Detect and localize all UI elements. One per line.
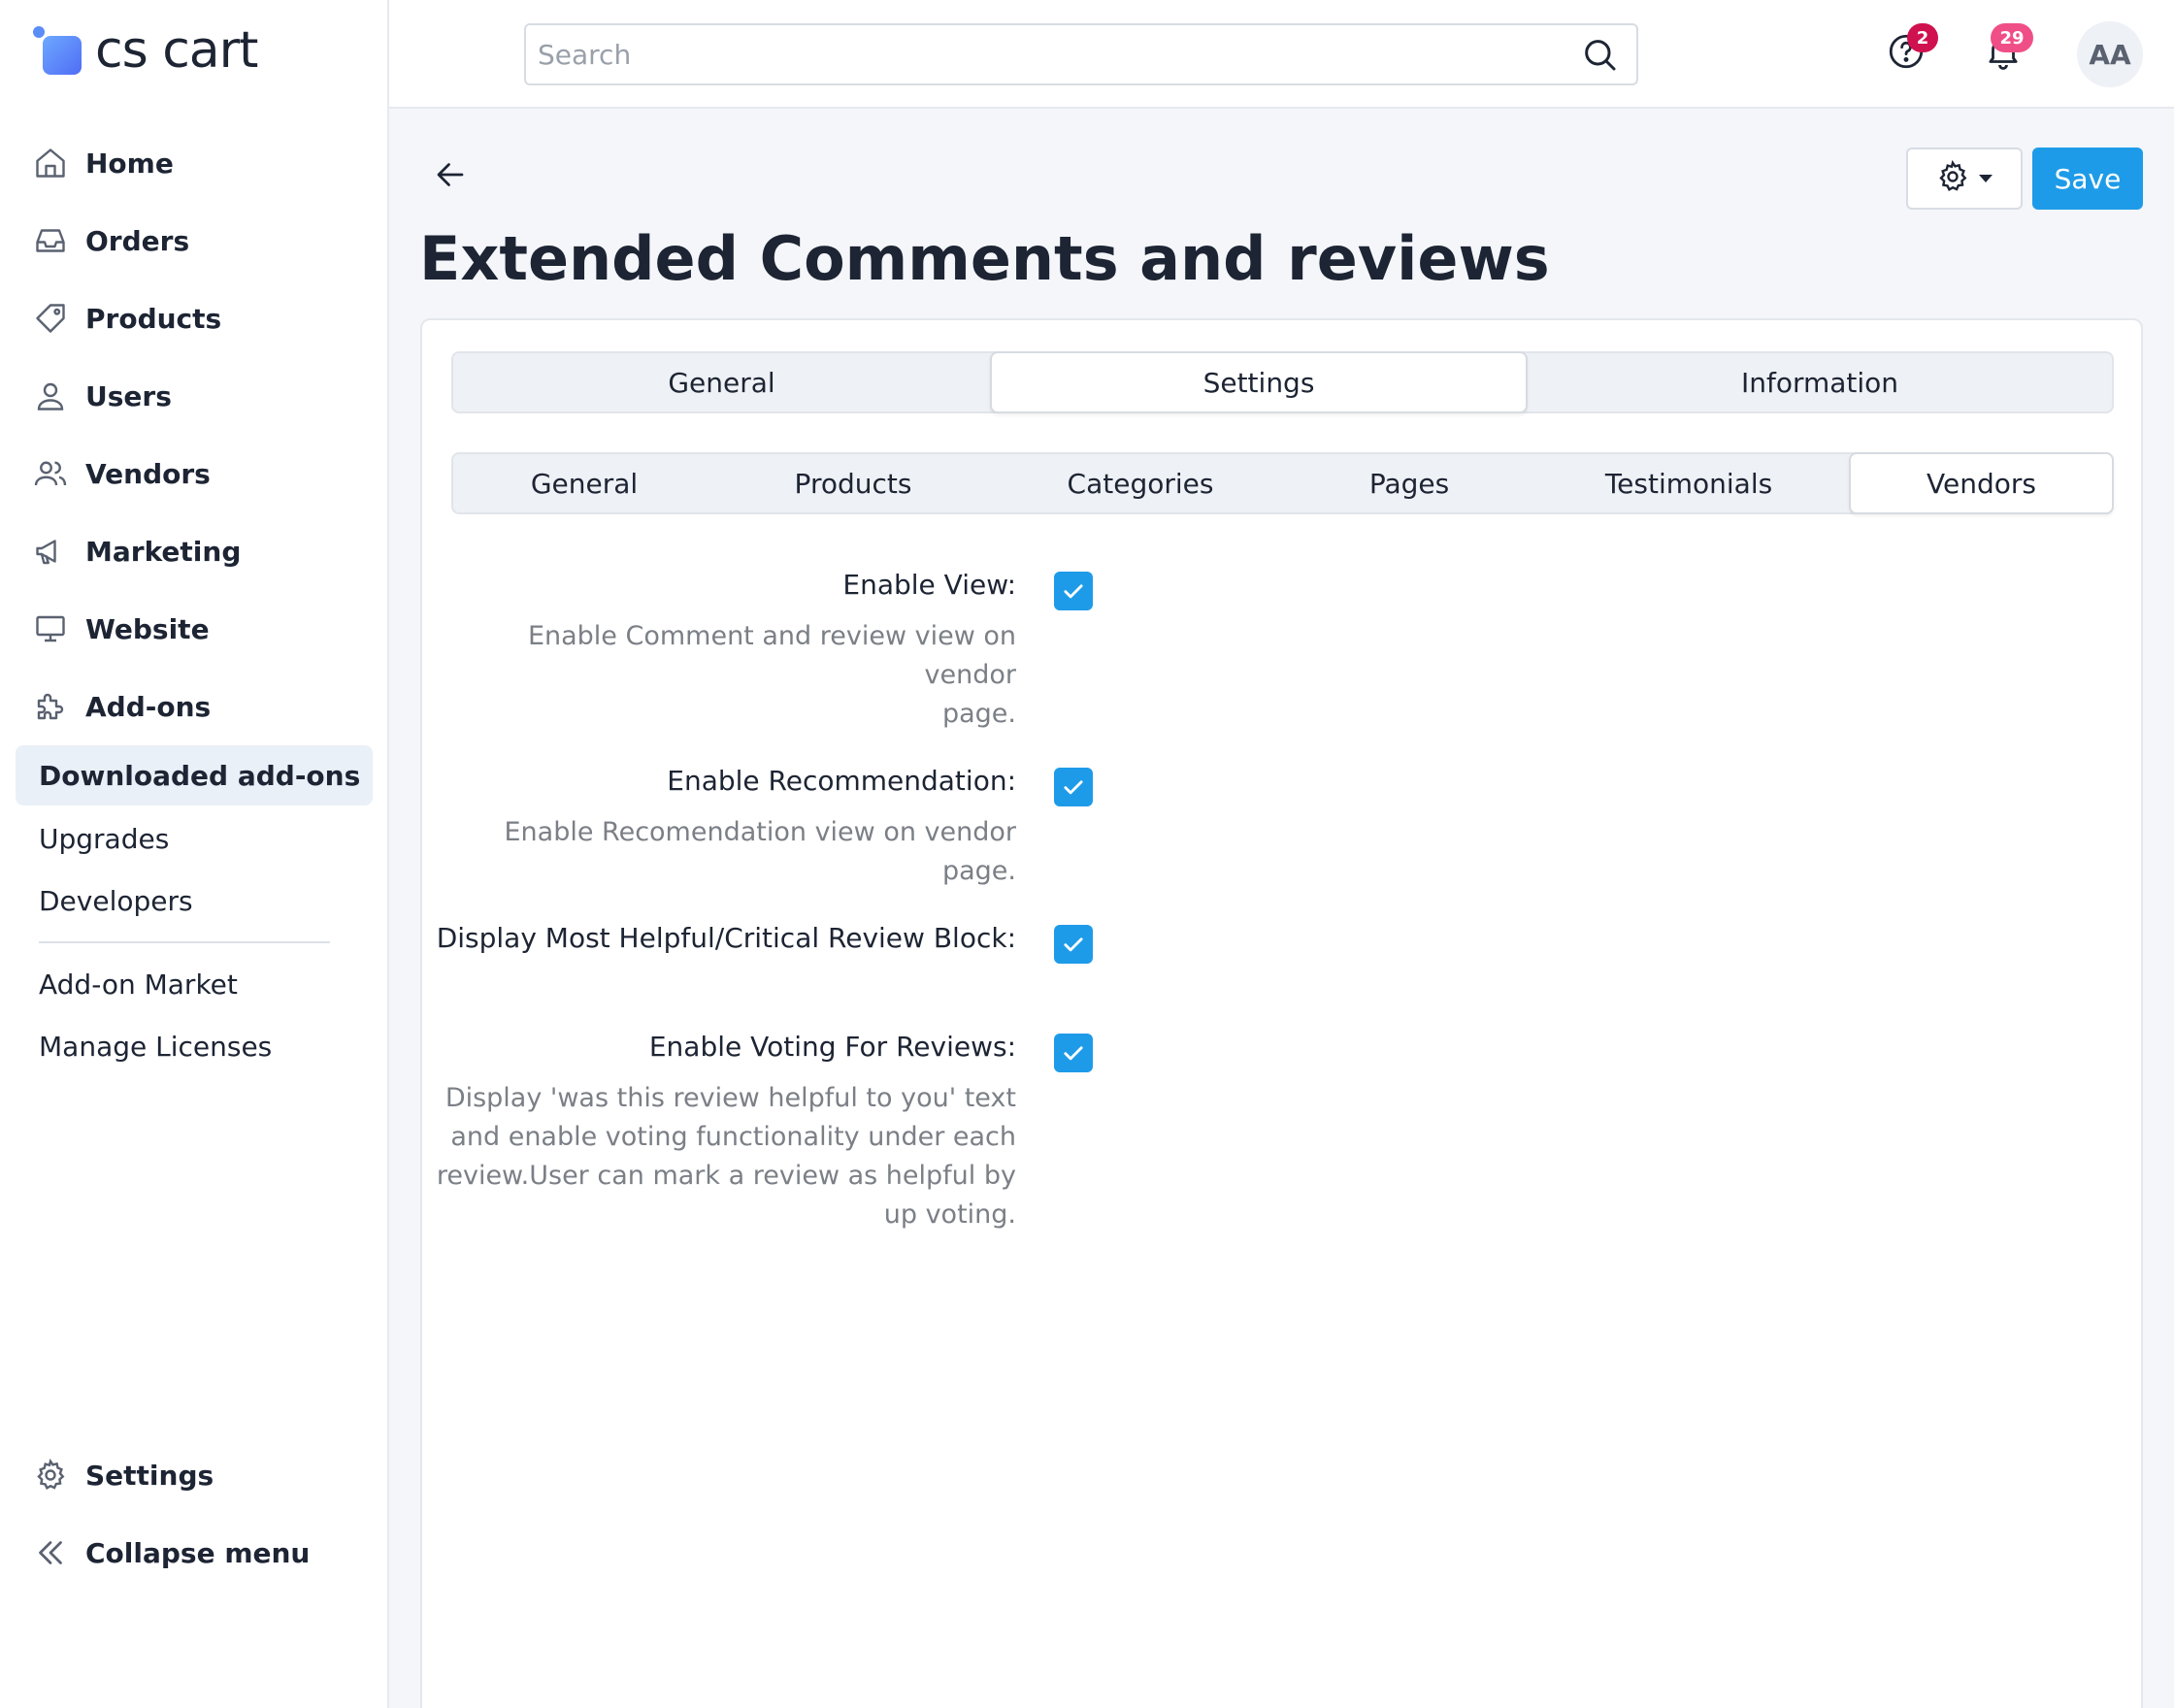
- sidebar-item-marketing[interactable]: Marketing: [0, 512, 389, 590]
- sidebar-item-label: Collapse menu: [85, 1536, 311, 1569]
- field-label: Enable Voting For Reviews:: [648, 1031, 1016, 1063]
- main-tabs: General Settings Information: [451, 351, 2114, 413]
- topbar: 2 29 AA: [389, 0, 2174, 109]
- sidebar-item-label: Users: [85, 379, 172, 412]
- sidebar-item-settings[interactable]: Settings: [0, 1436, 389, 1514]
- sidebar-item-website[interactable]: Website: [0, 590, 389, 668]
- sidebar-item-products[interactable]: Products: [0, 279, 389, 357]
- monitor-icon: [33, 611, 68, 646]
- sidebar-subitem-addon-market[interactable]: Add-on Market: [16, 954, 373, 1014]
- sidebar-subitem-developers[interactable]: Developers: [16, 870, 373, 931]
- help-badge: 2: [1907, 23, 1938, 52]
- sidebar-item-label: Website: [85, 612, 210, 645]
- checkmark-icon: [1064, 1046, 1083, 1061]
- submenu-divider: [39, 941, 330, 943]
- tag-icon: [33, 301, 68, 336]
- save-button[interactable]: Save: [2032, 148, 2143, 210]
- field-description: Display 'was this review helpful to you'…: [436, 1083, 1016, 1230]
- sidebar-item-label: Settings: [85, 1459, 214, 1492]
- help-button[interactable]: 2: [1882, 23, 1938, 78]
- notifications-button[interactable]: 29: [1979, 23, 2033, 78]
- field-enable-view: Enable View: Enable Comment and review v…: [422, 569, 1016, 729]
- field-label: Display Most Helpful/Critical Review Blo…: [436, 922, 1016, 954]
- sidebar-subitem-upgrades[interactable]: Upgrades: [16, 808, 373, 869]
- sidebar-item-vendors[interactable]: Vendors: [0, 435, 389, 512]
- checkmark-icon: [1064, 937, 1083, 952]
- field-enable-recommendation: Enable Recommendation: Enable Recomendat…: [422, 765, 1016, 886]
- search-input[interactable]: [526, 38, 1570, 71]
- sidebar-bottom-nav: Settings Collapse menu: [0, 1436, 389, 1592]
- field-label: Enable View:: [842, 569, 1016, 601]
- collapse-menu-button[interactable]: Collapse menu: [0, 1514, 389, 1592]
- sidebar-subitem-downloaded-addons[interactable]: Downloaded add-ons: [16, 745, 373, 805]
- settings-subtabs: General Products Categories Pages Testim…: [451, 452, 2114, 514]
- field-display-most-helpful: Display Most Helpful/Critical Review Blo…: [422, 922, 1016, 961]
- main-nav: Home Orders Products Users Vendors Marke…: [0, 124, 389, 745]
- settings-card: General Settings Information General Pro…: [420, 318, 2143, 1708]
- search-icon[interactable]: [1570, 25, 1629, 83]
- caret-down-icon: [1978, 170, 1993, 188]
- double-chevron-left-icon: [33, 1535, 68, 1570]
- subtab-testimonials[interactable]: Testimonials: [1529, 454, 1849, 512]
- checkmark-icon: [1064, 780, 1083, 795]
- gear-icon: [33, 1458, 68, 1493]
- display-most-helpful-checkbox[interactable]: [1054, 925, 1093, 964]
- page-title: Extended Comments and reviews: [419, 223, 1550, 294]
- avatar[interactable]: AA: [2077, 21, 2143, 87]
- tab-information[interactable]: Information: [1528, 353, 2112, 411]
- field-description: Enable Comment and review view on vendor…: [527, 621, 1016, 729]
- sidebar: cs cart Home Orders Products Users Vendo…: [0, 0, 389, 1708]
- subtab-general[interactable]: General: [453, 454, 715, 512]
- gear-icon: [1935, 159, 1970, 198]
- logo[interactable]: cs cart: [33, 21, 258, 80]
- field-enable-voting: Enable Voting For Reviews: Display 'was …: [422, 1031, 1016, 1244]
- sidebar-item-label: Orders: [85, 224, 190, 257]
- megaphone-icon: [33, 534, 68, 569]
- sidebar-subitem-manage-licenses[interactable]: Manage Licenses: [16, 1016, 373, 1076]
- enable-recommendation-checkbox[interactable]: [1054, 768, 1093, 806]
- sidebar-item-label: Vendors: [85, 457, 211, 490]
- sidebar-item-orders[interactable]: Orders: [0, 202, 389, 279]
- notifications-badge: 29: [1991, 23, 2033, 52]
- subtab-products[interactable]: Products: [715, 454, 991, 512]
- subtab-pages[interactable]: Pages: [1290, 454, 1529, 512]
- back-button[interactable]: [429, 155, 472, 198]
- tab-settings[interactable]: Settings: [990, 351, 1528, 413]
- users-icon: [33, 456, 68, 491]
- sidebar-item-label: Home: [85, 147, 174, 180]
- sidebar-item-label: Marketing: [85, 535, 242, 568]
- enable-view-checkbox[interactable]: [1054, 572, 1093, 610]
- sidebar-item-label: Products: [85, 302, 222, 335]
- puzzle-icon: [33, 689, 68, 724]
- subtab-vendors[interactable]: Vendors: [1849, 452, 2114, 514]
- field-label: Enable Recommendation:: [667, 765, 1016, 797]
- home-icon: [33, 146, 68, 181]
- settings-dropdown-button[interactable]: [1906, 148, 2023, 210]
- sidebar-item-label: Add-ons: [85, 690, 212, 723]
- logo-mark-icon: [33, 26, 82, 75]
- user-icon: [33, 378, 68, 413]
- checkmark-icon: [1064, 584, 1083, 599]
- sidebar-item-home[interactable]: Home: [0, 124, 389, 202]
- field-description: Enable Recomendation view on vendor page…: [504, 817, 1016, 886]
- tab-general[interactable]: General: [453, 353, 990, 411]
- sidebar-item-users[interactable]: Users: [0, 357, 389, 435]
- arrow-left-icon: [433, 157, 468, 196]
- logo-text: cs cart: [95, 21, 258, 80]
- search-box: [524, 23, 1638, 85]
- inbox-icon: [33, 223, 68, 258]
- sidebar-item-addons[interactable]: Add-ons: [0, 668, 389, 745]
- subtab-categories[interactable]: Categories: [991, 454, 1290, 512]
- enable-voting-checkbox[interactable]: [1054, 1034, 1093, 1072]
